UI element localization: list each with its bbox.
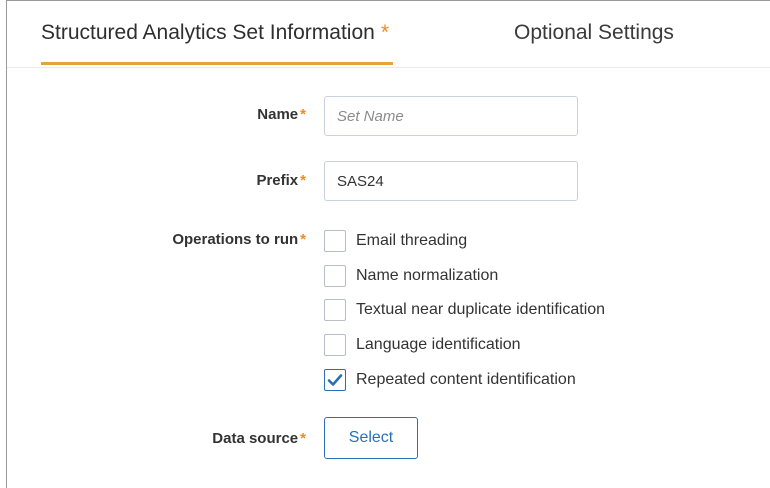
- operation-label: Name normalization: [356, 267, 499, 284]
- checkbox[interactable]: [324, 265, 346, 287]
- operation-label: Textual near duplicate identification: [356, 301, 606, 318]
- name-label: Name *: [257, 106, 306, 123]
- required-marker: *: [300, 106, 306, 123]
- required-marker: *: [380, 21, 390, 44]
- checkmark-icon: [327, 374, 343, 386]
- operation-label: Email threading: [356, 232, 468, 249]
- operation-email-threading[interactable]: Email threading: [324, 229, 467, 253]
- operation-textual-near-duplicate[interactable]: Textual near duplicate identification: [324, 298, 605, 322]
- checkbox[interactable]: [324, 230, 346, 252]
- tab-bar: Structured Analytics Set Information * Op…: [7, 1, 770, 68]
- required-marker: *: [300, 231, 306, 248]
- operation-language-identification[interactable]: Language identification: [324, 333, 521, 357]
- prefix-label: Prefix *: [256, 172, 306, 189]
- form-panel: Structured Analytics Set Information * Op…: [6, 0, 770, 488]
- required-marker: *: [300, 430, 306, 447]
- tab-label: Optional Settings: [514, 21, 674, 44]
- checkbox-checked[interactable]: [324, 369, 346, 391]
- name-input[interactable]: [324, 96, 578, 136]
- operation-name-normalization[interactable]: Name normalization: [324, 264, 498, 288]
- tab-optional-settings[interactable]: Optional Settings: [514, 19, 674, 47]
- checkbox[interactable]: [324, 334, 346, 356]
- operation-repeated-content[interactable]: Repeated content identification: [324, 368, 576, 392]
- tab-label: Structured Analytics Set Information: [41, 21, 375, 44]
- operation-label: Language identification: [356, 336, 521, 353]
- select-data-source-button[interactable]: Select: [324, 417, 418, 459]
- prefix-input[interactable]: [324, 161, 578, 201]
- tab-structured-analytics-set-information[interactable]: Structured Analytics Set Information *: [41, 19, 394, 65]
- required-marker: *: [300, 172, 306, 189]
- checkbox[interactable]: [324, 299, 346, 321]
- operations-label: Operations to run *: [172, 231, 306, 248]
- operation-label: Repeated content identification: [356, 371, 576, 388]
- data-source-label: Data source *: [212, 430, 306, 447]
